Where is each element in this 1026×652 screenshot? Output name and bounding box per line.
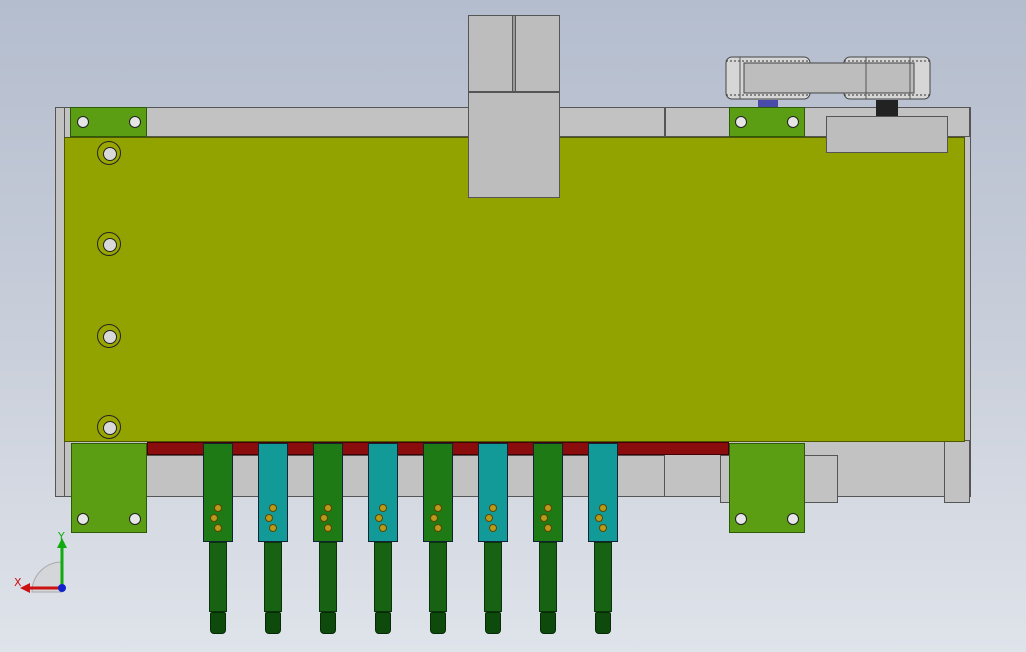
finger-screw [595, 514, 603, 522]
finger-screw [320, 514, 328, 522]
suction-tip [595, 612, 611, 634]
finger-screw [599, 524, 607, 532]
mount-hole [787, 116, 799, 128]
finger-stem [539, 542, 557, 612]
finger-screw [489, 524, 497, 532]
plate-bolt [97, 232, 121, 256]
motor-mount-plate[interactable] [826, 116, 948, 153]
mount-hole [735, 513, 747, 525]
belt-drive-drawing [725, 56, 931, 100]
finger-screw [540, 514, 548, 522]
finger-screw [324, 524, 332, 532]
finger-screw [599, 504, 607, 512]
suction-tip [210, 612, 226, 634]
suction-tip [540, 612, 556, 634]
finger-screw [214, 524, 222, 532]
finger-stem [429, 542, 447, 612]
mount-hole [735, 116, 747, 128]
finger-stem [484, 542, 502, 612]
suction-tip [430, 612, 446, 634]
mount-hole [787, 513, 799, 525]
finger-screw [434, 504, 442, 512]
suction-tip [265, 612, 281, 634]
finger-stem [264, 542, 282, 612]
finger-screw [379, 524, 387, 532]
mount-hole [77, 513, 89, 525]
finger-screw [324, 504, 332, 512]
plate-bolt [97, 324, 121, 348]
finger-screw [265, 514, 273, 522]
finger-stem [594, 542, 612, 612]
finger-screw [544, 524, 552, 532]
triad-x-label: X [14, 576, 22, 589]
finger-screw [269, 504, 277, 512]
mount-hole [129, 116, 141, 128]
belt-drive[interactable] [724, 53, 932, 103]
cad-viewport[interactable]: { "viewport": { "background_top": "#b4bd… [0, 0, 1026, 652]
finger-screw [379, 504, 387, 512]
finger-screw [430, 514, 438, 522]
pulley-shaft [876, 100, 898, 116]
finger-stem [319, 542, 337, 612]
finger-screw [375, 514, 383, 522]
finger-stem [374, 542, 392, 612]
motor-housing-divider [512, 15, 516, 92]
plate-bolt [97, 415, 121, 439]
finger-screw [214, 504, 222, 512]
finger-screw [485, 514, 493, 522]
coordinate-triad[interactable]: Y X [12, 530, 74, 600]
finger-screw [210, 514, 218, 522]
plate-bolt [97, 141, 121, 165]
mount-hole [129, 513, 141, 525]
frame-top-rail [145, 107, 665, 137]
finger-stem [209, 542, 227, 612]
mount-hole [77, 116, 89, 128]
triad-y-label: Y [58, 530, 65, 543]
finger-screw [269, 524, 277, 532]
suction-tip [375, 612, 391, 634]
suction-tip [485, 612, 501, 634]
finger-screw [544, 504, 552, 512]
bottom-frame-foot-right [944, 440, 970, 503]
suction-tip [320, 612, 336, 634]
finger-screw [489, 504, 497, 512]
motor-housing-bottom[interactable] [468, 92, 560, 198]
finger-screw [434, 524, 442, 532]
